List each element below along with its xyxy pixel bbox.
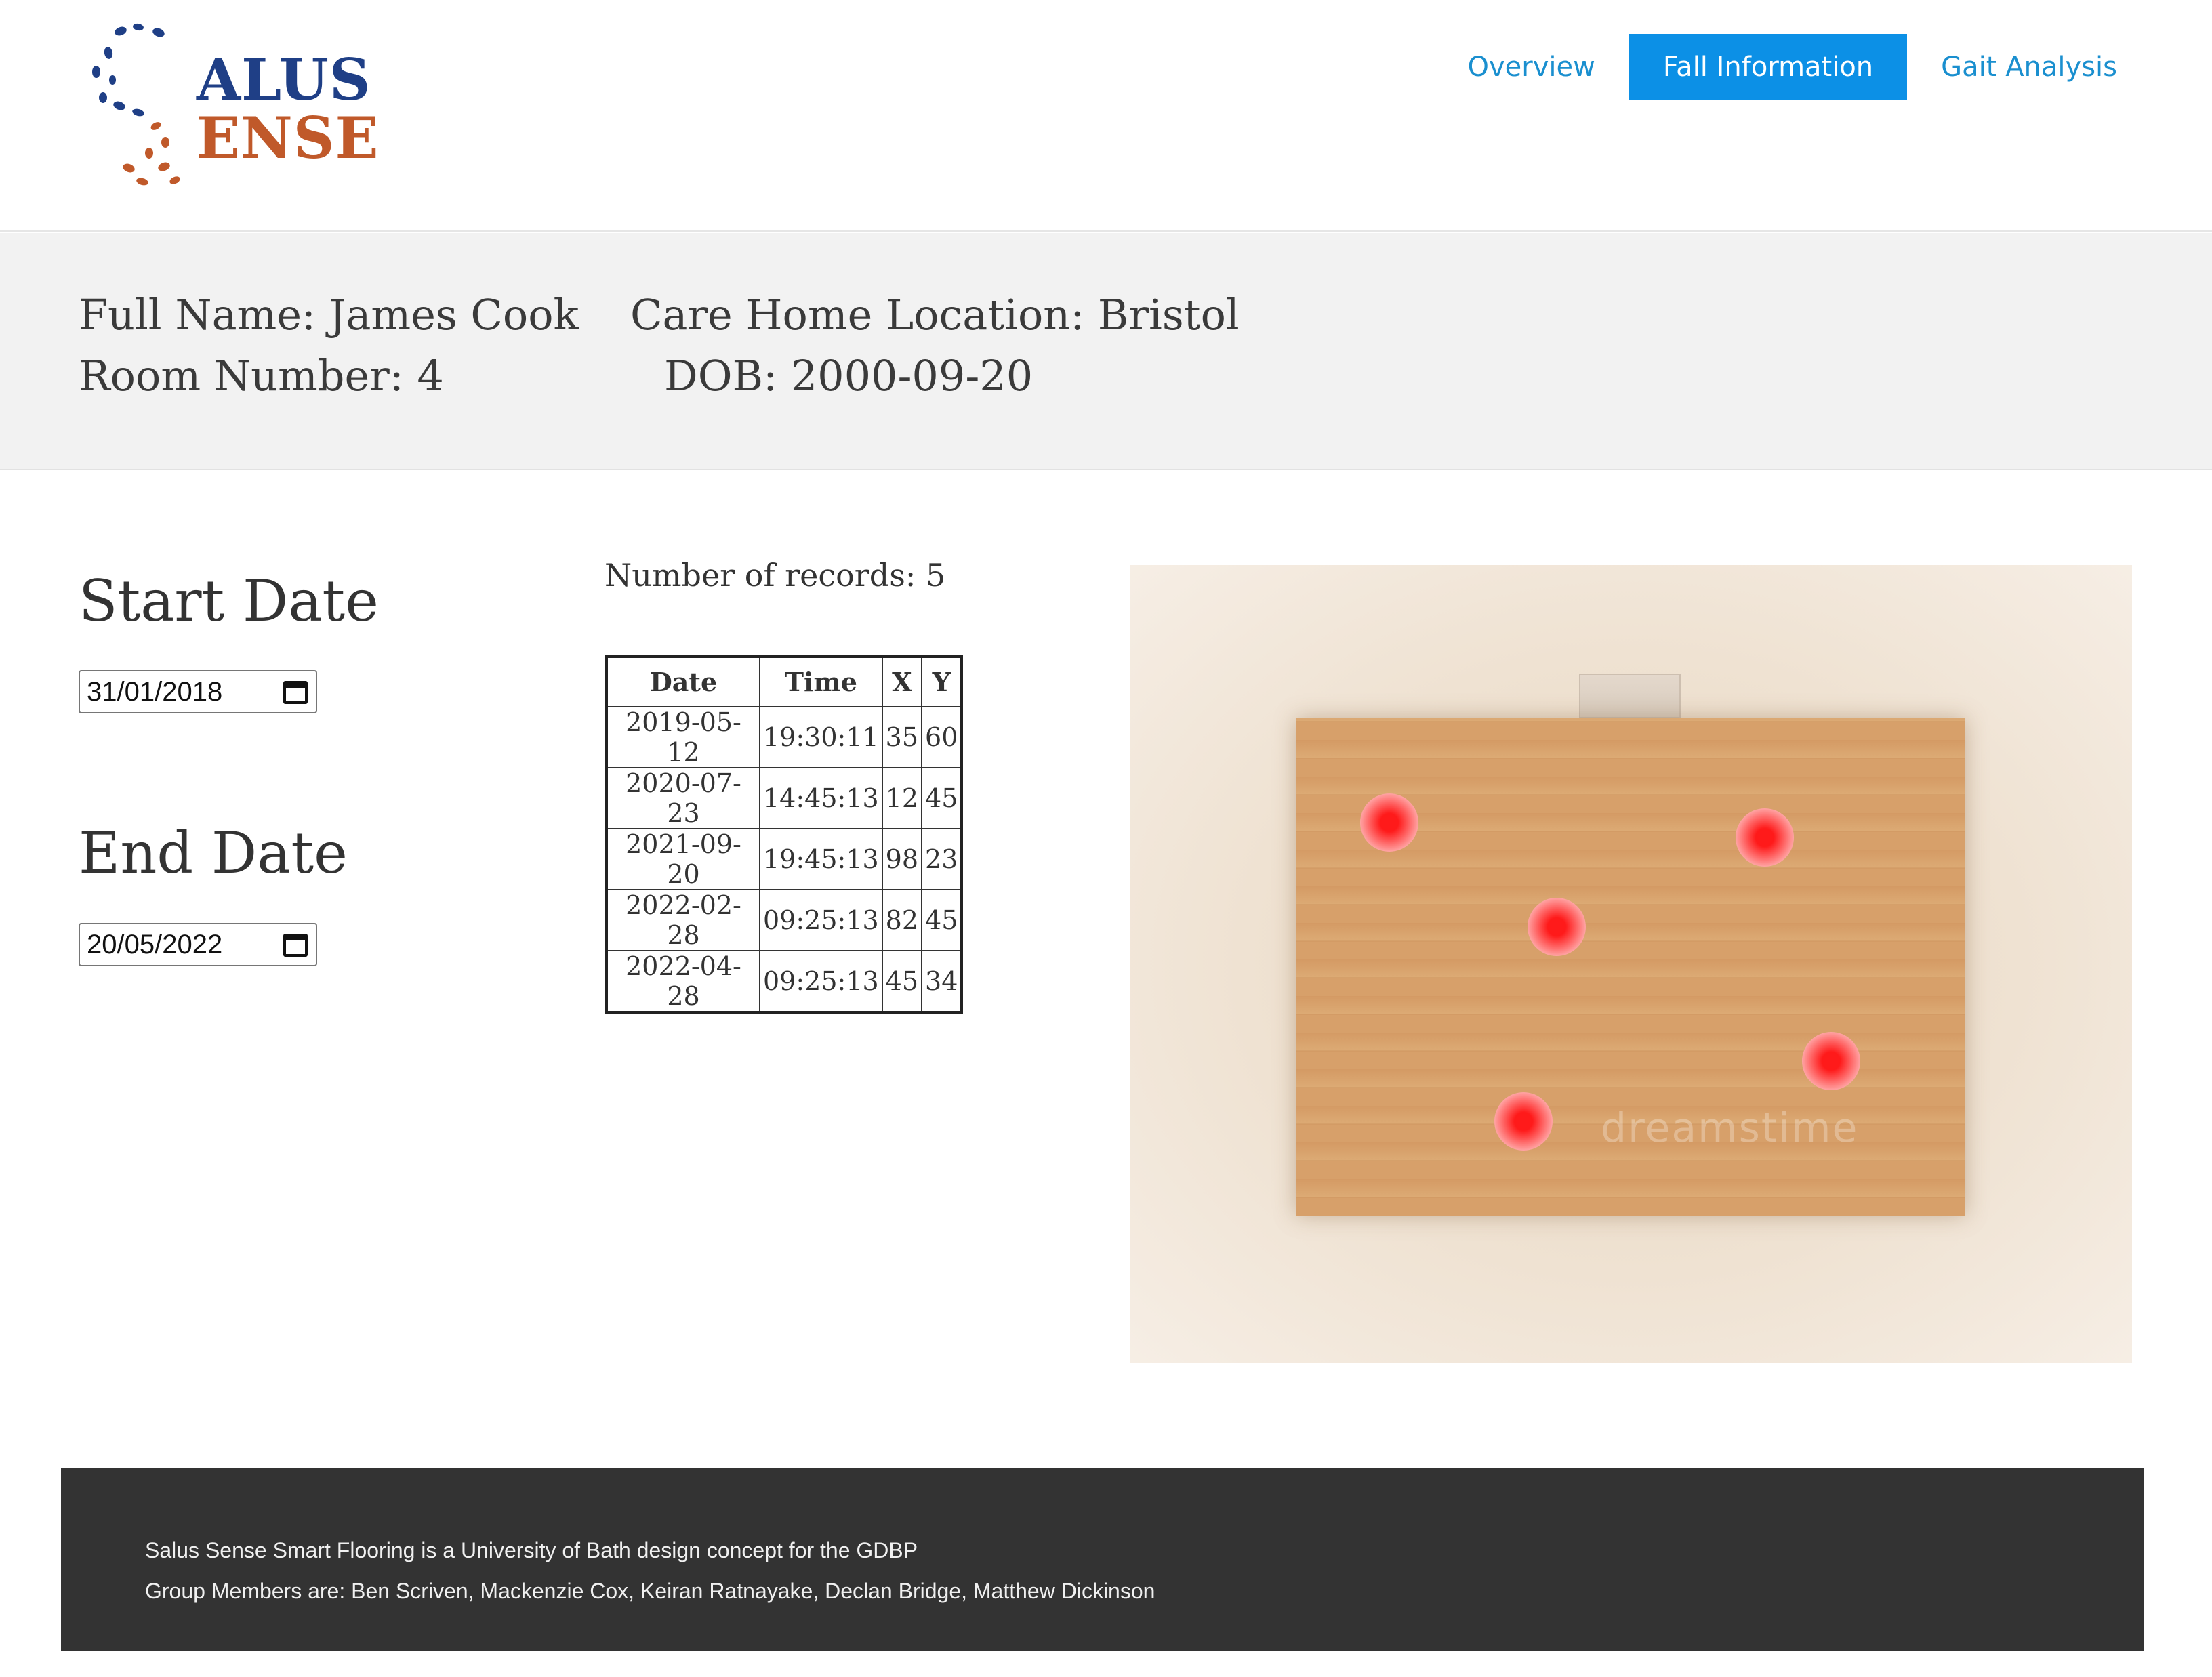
start-date-value: 31/01/2018 bbox=[87, 676, 223, 707]
patient-room-number: Room Number: 4 bbox=[79, 351, 444, 400]
table-row: 2019-05-12 19:30:11 35 60 bbox=[606, 706, 963, 768]
records-count: Number of records: 5 bbox=[605, 557, 946, 594]
cell-date: 2021-09-20 bbox=[606, 828, 760, 890]
image-watermark: dreamstime bbox=[1601, 1104, 1859, 1152]
column-header-date: Date bbox=[606, 656, 760, 707]
start-date-heading: Start Date bbox=[79, 568, 379, 634]
patient-info-panel: Full Name: James Cook Room Number: 4 Car… bbox=[0, 233, 2212, 470]
cell-time: 09:25:13 bbox=[759, 889, 883, 951]
fall-marker[interactable] bbox=[1735, 808, 1794, 867]
cell-x: 12 bbox=[881, 767, 923, 829]
site-header: ALUS ENSE Overview Fall Information Gait… bbox=[0, 0, 2212, 232]
table-row: 2021-09-20 19:45:13 98 23 bbox=[606, 828, 963, 890]
cell-date: 2022-02-28 bbox=[606, 889, 760, 951]
column-header-time: Time bbox=[759, 656, 883, 707]
cell-y: 45 bbox=[921, 889, 963, 951]
room-floor-map: dreamstime bbox=[1130, 565, 2132, 1363]
room-vent bbox=[1579, 674, 1681, 718]
nav-overview[interactable]: Overview bbox=[1468, 51, 1595, 83]
cell-date: 2019-05-12 bbox=[606, 706, 760, 768]
fall-marker[interactable] bbox=[1494, 1092, 1553, 1151]
cell-y: 60 bbox=[921, 706, 963, 768]
calendar-icon[interactable] bbox=[283, 681, 308, 704]
footer-group-members: Group Members are: Ben Scriven, Mackenzi… bbox=[145, 1579, 1155, 1603]
logo-text-sense: ENSE bbox=[197, 104, 380, 171]
column-header-y: Y bbox=[921, 656, 963, 707]
cell-x: 35 bbox=[881, 706, 923, 768]
fall-marker[interactable] bbox=[1802, 1032, 1861, 1091]
footprints-logo-icon bbox=[92, 23, 180, 186]
table-header-row: Date Time X Y bbox=[606, 656, 963, 707]
wooden-floor: dreamstime bbox=[1296, 718, 1965, 1216]
table-row: 2022-02-28 09:25:13 82 45 bbox=[606, 889, 963, 951]
end-date-input[interactable]: 20/05/2022 bbox=[79, 923, 317, 966]
table-row: 2020-07-23 14:45:13 12 45 bbox=[606, 767, 963, 829]
end-date-heading: End Date bbox=[79, 820, 348, 886]
table-row: 2022-04-28 09:25:13 45 34 bbox=[606, 950, 963, 1013]
cell-y: 45 bbox=[921, 767, 963, 829]
cell-time: 19:45:13 bbox=[759, 828, 883, 890]
fall-marker[interactable] bbox=[1528, 898, 1586, 957]
footer-description: Salus Sense Smart Flooring is a Universi… bbox=[145, 1538, 918, 1562]
cell-y: 23 bbox=[921, 828, 963, 890]
cell-x: 82 bbox=[881, 889, 923, 951]
fall-records-table: Date Time X Y 2019-05-12 19:30:11 35 60 … bbox=[605, 655, 964, 1014]
main-nav: Overview Fall Information Gait Analysis bbox=[1468, 34, 2117, 100]
cell-date: 2020-07-23 bbox=[606, 767, 760, 829]
cell-time: 09:25:13 bbox=[759, 950, 883, 1013]
cell-y: 34 bbox=[921, 950, 963, 1013]
nav-fall-information[interactable]: Fall Information bbox=[1629, 34, 1908, 100]
site-footer: Salus Sense Smart Flooring is a Universi… bbox=[61, 1468, 2144, 1651]
logo-text-salus: ALUS bbox=[197, 46, 371, 113]
patient-dob: DOB: 2000-09-20 bbox=[664, 351, 1033, 400]
fall-marker[interactable] bbox=[1360, 793, 1419, 852]
patient-care-home: Care Home Location: Bristol bbox=[630, 290, 1240, 339]
start-date-input[interactable]: 31/01/2018 bbox=[79, 670, 317, 713]
nav-gait-analysis[interactable]: Gait Analysis bbox=[1941, 51, 2117, 83]
cell-time: 14:45:13 bbox=[759, 767, 883, 829]
cell-x: 45 bbox=[881, 950, 923, 1013]
end-date-value: 20/05/2022 bbox=[87, 929, 223, 959]
cell-time: 19:30:11 bbox=[759, 706, 883, 768]
salus-sense-logo[interactable]: ALUS ENSE bbox=[88, 18, 379, 194]
patient-full-name: Full Name: James Cook bbox=[79, 290, 579, 339]
cell-date: 2022-04-28 bbox=[606, 950, 760, 1013]
calendar-icon[interactable] bbox=[283, 934, 308, 957]
column-header-x: X bbox=[881, 656, 923, 707]
cell-x: 98 bbox=[881, 828, 923, 890]
